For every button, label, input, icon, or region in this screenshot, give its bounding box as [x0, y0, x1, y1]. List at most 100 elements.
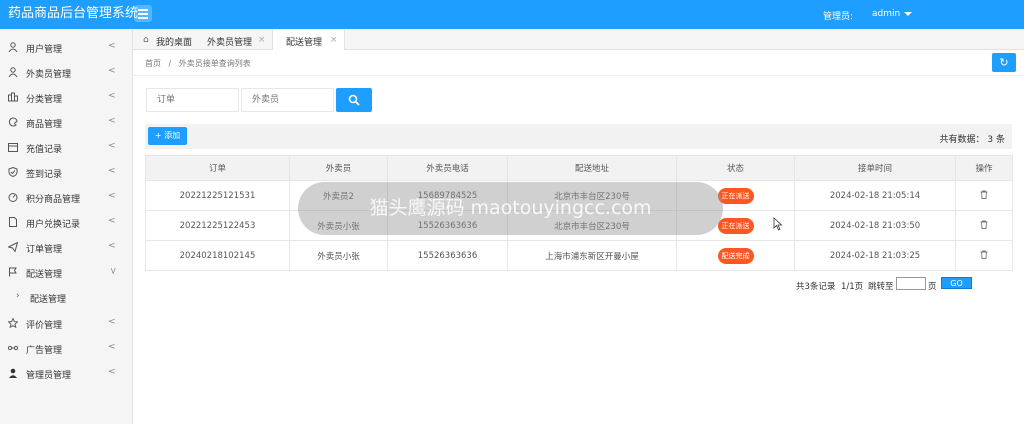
- status-badge[interactable]: 配送完成: [717, 247, 754, 264]
- menu-toggle-button[interactable]: [134, 5, 152, 22]
- status-badge[interactable]: 正在派送: [717, 187, 754, 204]
- breadcrumb: 首页 / 外卖员接单查询列表: [145, 59, 251, 68]
- shield-icon: [8, 167, 18, 177]
- column-header: 外卖员电话: [387, 155, 508, 181]
- admin-menu[interactable]: admin: [872, 9, 913, 19]
- chevron-right-icon: ›: [16, 291, 20, 301]
- order-search-input[interactable]: [146, 88, 239, 112]
- main-content: 首页 / 外卖员接单查询列表 ↻ + 添加 共有数据： 3 条 订单 外卖员 外…: [133, 50, 1024, 424]
- admin-name: admin: [872, 9, 901, 19]
- phone-cell: 15526363636: [387, 240, 508, 271]
- sidebar-item-checkins[interactable]: 签到记录 <: [0, 159, 133, 184]
- hamburger-icon: [138, 9, 148, 11]
- jump-label: 跳转至: [868, 282, 894, 292]
- total-count: 共有数据： 3 条: [939, 135, 1005, 145]
- admin-label: 管理员:: [823, 12, 854, 22]
- go-button[interactable]: GO: [941, 277, 972, 289]
- sidebar-item-categories[interactable]: 分类管理 <: [0, 84, 133, 109]
- chevron-left-icon: <: [108, 166, 116, 176]
- sidebar-item-users[interactable]: 用户管理 <: [0, 34, 133, 59]
- caret-down-icon: [904, 11, 913, 16]
- address-cell: 上海市浦东新区开曼小屋: [507, 240, 677, 271]
- column-header: 状态: [676, 155, 795, 181]
- order-cell: 20221225122453: [145, 210, 290, 241]
- breadcrumb-home[interactable]: 首页: [145, 59, 161, 68]
- person-icon: [8, 368, 18, 378]
- send-icon: [8, 242, 18, 252]
- chevron-left-icon: <: [108, 216, 116, 226]
- mouse-cursor-icon: [773, 217, 783, 231]
- chevron-left-icon: <: [108, 91, 116, 101]
- tab-courier-management[interactable]: 外卖员管理 ×: [199, 29, 272, 50]
- calendar-icon: [8, 142, 18, 152]
- close-icon[interactable]: ×: [258, 35, 266, 45]
- sidebar-item-points-products[interactable]: 积分商品管理 <: [0, 184, 133, 209]
- chevron-left-icon: <: [108, 116, 116, 126]
- close-icon[interactable]: ×: [330, 35, 338, 45]
- chevron-left-icon: <: [108, 66, 116, 76]
- star-icon: [8, 318, 18, 328]
- chevron-left-icon: <: [108, 342, 116, 352]
- watermark: 猫头鹰源码 maotouyingcc.com: [298, 182, 723, 235]
- search-icon: [348, 94, 360, 106]
- add-button[interactable]: + 添加: [148, 127, 187, 145]
- table-toolbar: + 添加 共有数据： 3 条: [145, 124, 1012, 149]
- sidebar-item-admins[interactable]: 管理员管理 <: [0, 360, 133, 385]
- table-row: 20240218102145 外卖员小张 15526363636 上海市浦东新区…: [145, 240, 1013, 271]
- chevron-left-icon: <: [108, 241, 116, 251]
- courier-search-input[interactable]: [241, 88, 334, 112]
- status-badge[interactable]: 正在派送: [717, 217, 754, 234]
- column-header: 操作: [955, 155, 1013, 181]
- link-icon: [8, 343, 18, 353]
- order-cell: 20221225121531: [145, 180, 290, 211]
- app-title: 药品商品后台管理系统: [8, 6, 139, 21]
- time-cell: 2024-02-18 21:03:25: [794, 240, 956, 271]
- jump-page-input[interactable]: [896, 277, 926, 290]
- order-cell: 20240218102145: [145, 240, 290, 271]
- tab-desktop[interactable]: ⌂ 我的桌面: [133, 29, 199, 50]
- category-icon: [8, 92, 18, 102]
- sidebar-item-exchange-records[interactable]: 用户兑换记录 <: [0, 209, 133, 234]
- divider: [133, 75, 1024, 76]
- chevron-left-icon: <: [108, 41, 116, 51]
- chevron-left-icon: <: [108, 317, 116, 327]
- time-cell: 2024-02-18 21:03:50: [794, 210, 956, 241]
- chevron-left-icon: <: [108, 191, 116, 201]
- time-cell: 2024-02-18 21:05:14: [794, 180, 956, 211]
- search-button[interactable]: [336, 88, 372, 112]
- breadcrumb-current: 外卖员接单查询列表: [178, 59, 251, 68]
- sidebar-item-orders[interactable]: 订单管理 <: [0, 234, 133, 259]
- refresh-button[interactable]: ↻: [992, 53, 1016, 72]
- record-summary: 共3条记录: [796, 282, 836, 292]
- sidebar-item-reviews[interactable]: 评价管理 <: [0, 310, 133, 335]
- sidebar-item-recharge[interactable]: 充值记录 <: [0, 134, 133, 159]
- user-icon: [8, 67, 18, 77]
- sidebar-item-couriers[interactable]: 外卖员管理 <: [0, 59, 133, 84]
- table-header-row: 订单 外卖员 外卖员电话 配送地址 状态 接单时间 操作: [145, 155, 1013, 181]
- page-indicator: 1/1页: [841, 282, 864, 292]
- home-icon: ⌂: [143, 35, 149, 45]
- tab-bar: ⌂ 我的桌面 外卖员管理 × 配送管理 ×: [133, 29, 1024, 50]
- column-header: 配送地址: [507, 155, 677, 181]
- top-bar: 药品商品后台管理系统 管理员: admin: [0, 0, 1024, 29]
- chevron-left-icon: <: [108, 367, 116, 377]
- delete-icon[interactable]: [980, 190, 988, 199]
- delete-icon[interactable]: [980, 250, 988, 259]
- chevron-down-icon: <: [108, 267, 119, 275]
- courier-cell: 外卖员小张: [289, 240, 388, 271]
- column-header: 接单时间: [794, 155, 956, 181]
- flag-icon: [8, 267, 18, 277]
- refresh-icon: ↻: [999, 56, 1009, 69]
- sidebar-item-ads[interactable]: 广告管理 <: [0, 335, 133, 360]
- palette-icon: [8, 117, 18, 127]
- sidebar-item-products[interactable]: 商品管理 <: [0, 109, 133, 134]
- page-unit: 页: [928, 282, 937, 292]
- sidebar-item-delivery[interactable]: 配送管理 <: [0, 259, 133, 284]
- tab-delivery-management[interactable]: 配送管理 ×: [272, 29, 345, 50]
- document-icon: [8, 217, 18, 227]
- sidebar: 用户管理 < 外卖员管理 < 分类管理 < 商品管理 < 充值记录 < 签到记录…: [0, 29, 133, 424]
- sidebar-subitem-delivery[interactable]: › 配送管理: [0, 284, 133, 309]
- delete-icon[interactable]: [980, 220, 988, 229]
- gauge-icon: [8, 192, 18, 202]
- chevron-left-icon: <: [108, 141, 116, 151]
